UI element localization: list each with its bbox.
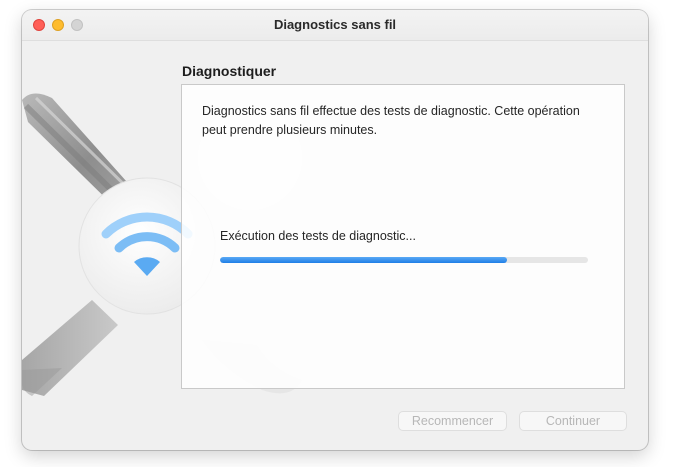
progress-bar (220, 257, 588, 263)
title-bar: Diagnostics sans fil (22, 10, 648, 41)
diagnostics-panel: Diagnostics sans fil effectue des tests … (181, 84, 625, 389)
window-title: Diagnostics sans fil (273, 17, 397, 32)
diagnostics-window: Diagnostics sans fil Diagnostiquer Diagn… (22, 10, 648, 450)
section-title: Diagnostiquer (182, 63, 277, 79)
progress-bar-fill (220, 257, 508, 263)
restart-button[interactable]: Recommencer (398, 411, 507, 431)
wifi-icon (101, 212, 193, 276)
description-text: Diagnostics sans fil effectue des tests … (202, 104, 580, 137)
status-text: Exécution des tests de diagnostic... (220, 229, 416, 243)
continue-button[interactable]: Continuer (519, 411, 627, 431)
